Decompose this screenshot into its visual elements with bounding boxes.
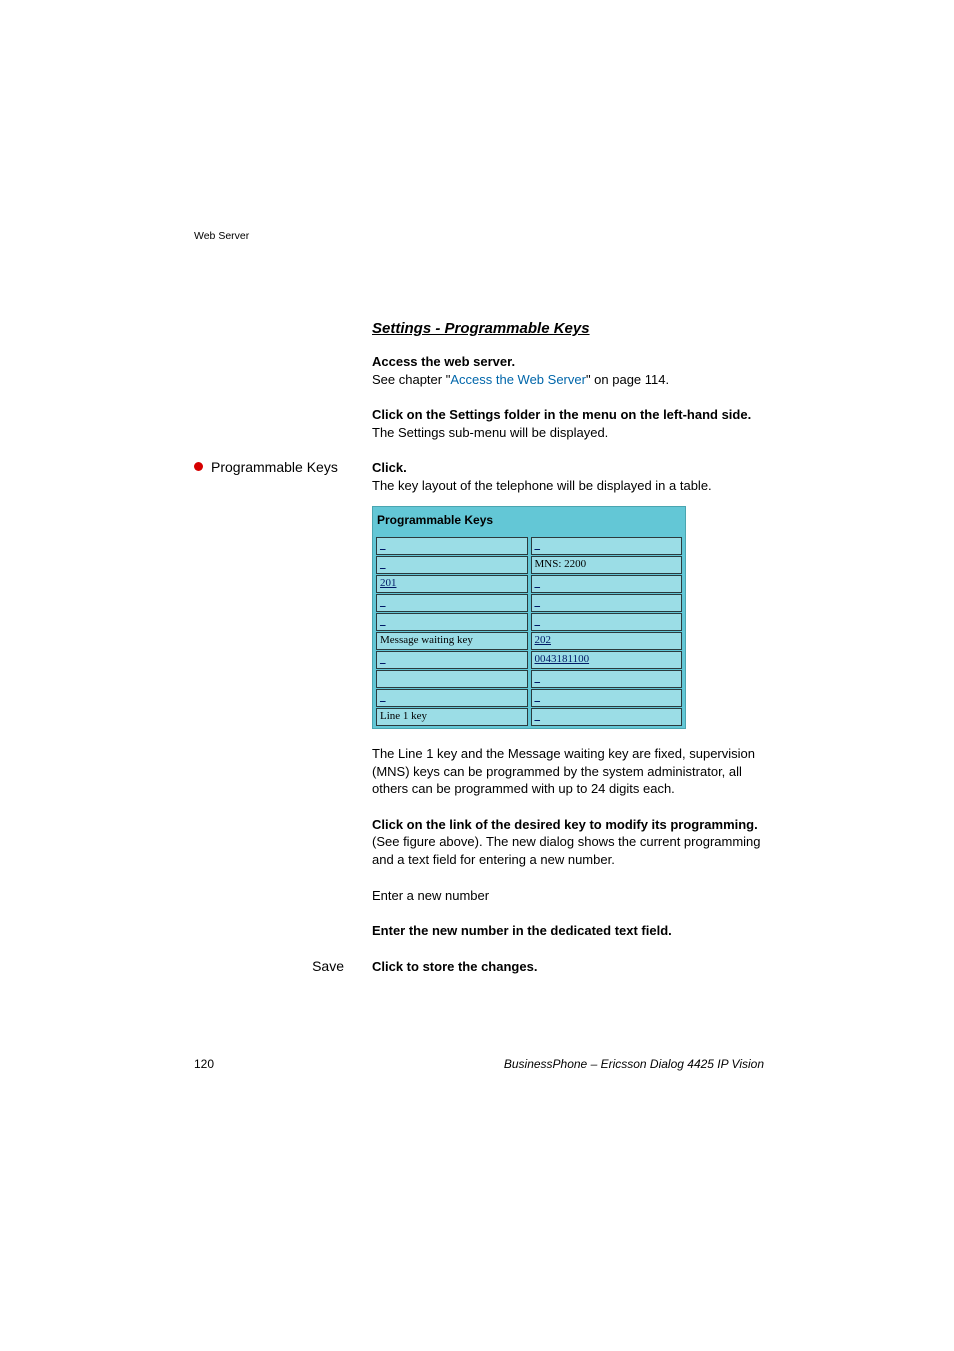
bullet-icon: [194, 462, 203, 471]
key-cell: MNS: 2200: [531, 556, 683, 574]
step-bold: Click to store the changes.: [372, 959, 537, 974]
step-save: Save Click to store the changes.: [194, 958, 764, 976]
step-bold: Click on the link of the desired key to …: [372, 817, 758, 832]
save-left-label: Save: [194, 958, 372, 974]
programmable-keys-figure: Programmable Keys ___MNS: 2200201_____Me…: [372, 506, 686, 729]
key-cell[interactable]: _: [531, 689, 683, 707]
figure-title: Programmable Keys: [373, 507, 685, 537]
step-click-link: Click on the link of the desired key to …: [372, 816, 764, 869]
key-cell[interactable]: _: [531, 537, 683, 555]
step-bold: Click.: [372, 460, 407, 475]
step-text-post: " on page 114.: [586, 372, 669, 387]
section-title: Settings - Programmable Keys: [372, 320, 764, 337]
step-click-settings: Click on the Settings folder in the menu…: [372, 406, 764, 441]
key-cell[interactable]: _: [376, 537, 528, 555]
step-text-pre: See chapter ": [372, 372, 450, 387]
key-cell[interactable]: 201: [376, 575, 528, 593]
enter-number-label: Enter a new number: [372, 887, 764, 905]
key-cell[interactable]: _: [531, 670, 683, 688]
key-cell[interactable]: _: [376, 689, 528, 707]
step-enter-number: Enter the new number in the dedicated te…: [372, 922, 764, 940]
step-programmable-keys: Programmable Keys Click. The key layout …: [194, 459, 764, 494]
key-cell[interactable]: _: [531, 575, 683, 593]
step-access-server: Access the web server. See chapter "Acce…: [372, 353, 764, 388]
left-label-text: Programmable Keys: [211, 459, 338, 475]
page-number: 120: [194, 1057, 214, 1071]
figure-caption: The Line 1 key and the Message waiting k…: [372, 745, 764, 798]
key-cell[interactable]: _: [531, 708, 683, 726]
key-cell: Message waiting key: [376, 632, 528, 650]
key-cell[interactable]: _: [531, 594, 683, 612]
key-cell[interactable]: _: [376, 613, 528, 631]
step-text: The key layout of the telephone will be …: [372, 478, 712, 493]
key-cell: Line 1 key: [376, 708, 528, 726]
key-cell[interactable]: 202: [531, 632, 683, 650]
step-bold: Enter the new number in the dedicated te…: [372, 923, 672, 938]
step-text: (See figure above). The new dialog shows…: [372, 834, 761, 867]
key-cell[interactable]: _: [376, 651, 528, 669]
key-cell: [376, 670, 528, 688]
access-web-server-link[interactable]: Access the Web Server: [450, 372, 586, 387]
product-name: BusinessPhone – Ericsson Dialog 4425 IP …: [504, 1057, 764, 1071]
key-cell[interactable]: _: [531, 613, 683, 631]
running-header: Web Server: [194, 230, 249, 242]
key-cell[interactable]: 0043181100: [531, 651, 683, 669]
step-bold: Click on the Settings folder in the menu…: [372, 407, 751, 422]
key-cell[interactable]: _: [376, 556, 528, 574]
step-bold: Access the web server.: [372, 354, 515, 369]
step-text: The Settings sub-menu will be displayed.: [372, 425, 608, 440]
page-footer: 120 BusinessPhone – Ericsson Dialog 4425…: [194, 1057, 764, 1071]
key-grid: ___MNS: 2200201_____Message waiting key2…: [373, 537, 685, 726]
main-content: Settings - Programmable Keys Access the …: [194, 320, 764, 975]
key-cell[interactable]: _: [376, 594, 528, 612]
